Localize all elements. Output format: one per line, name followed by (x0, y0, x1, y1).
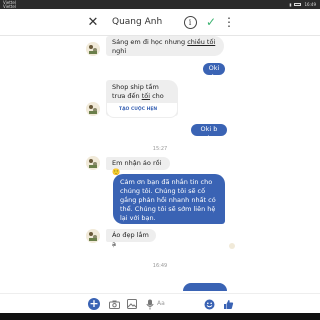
status-bar: Viettel Viettel ▮ 16:49 (0, 0, 320, 9)
contact-avatar[interactable] (86, 156, 100, 170)
timestamp: 16:49 (152, 263, 168, 269)
info-icon: i (183, 15, 197, 29)
message-link[interactable]: chiều tối (187, 38, 215, 46)
menu-icon[interactable]: ⋮ (223, 13, 235, 31)
contact-avatar[interactable] (86, 229, 100, 243)
message-incoming[interactable]: Em nhận áo rồi 🙂 (106, 157, 170, 176)
message-incoming[interactable]: Sáng em đi học nhưng chiều tối nghỉ (106, 36, 224, 56)
carrier-info: Viettel Viettel (3, 1, 16, 8)
carrier-name-2: Viettel (3, 3, 16, 9)
message-text: Cảm ơn bạn đã nhắn tin cho chúng tôi. Ch… (120, 178, 216, 222)
timestamp: 15:27 (152, 146, 168, 152)
message-link[interactable]: tối (142, 92, 150, 100)
signal-icon: ▮ (289, 2, 292, 7)
message-text: Áo đẹp lắm ạ (112, 231, 149, 248)
message-text: Oki b oiw (200, 125, 218, 142)
clock: 16:49 (304, 2, 316, 7)
create-appointment-button[interactable]: TẠO CUỘC HẸN (106, 102, 178, 118)
image-icon[interactable] (125, 297, 139, 311)
message-list[interactable]: Sáng em đi học nhưng chiều tối nghỉ Oki … (0, 36, 320, 292)
system-nav-bar (0, 313, 320, 320)
message-outgoing[interactable]: Oki b (203, 63, 225, 81)
camera-icon[interactable] (107, 297, 121, 311)
message-incoming[interactable]: Áo đẹp lắm ạ (106, 229, 156, 248)
plus-icon: + (88, 297, 100, 310)
close-icon[interactable]: ✕ (86, 13, 100, 31)
contact-name[interactable]: Quang Anh (112, 15, 162, 29)
message-input[interactable]: Aa (157, 297, 202, 311)
message-outgoing-autoreply[interactable]: Cảm ơn bạn đã nhắn tin cho chúng tôi. Ch… (113, 174, 225, 224)
info-button[interactable]: i (183, 13, 197, 31)
mic-icon[interactable] (143, 297, 157, 311)
battery-icon (294, 2, 302, 7)
status-right: ▮ 16:49 (289, 2, 316, 7)
like-icon[interactable] (221, 297, 235, 311)
composer-bar: + Aa (0, 293, 320, 314)
messenger-screen: Viettel Viettel ▮ 16:49 ✕ Quang Anh i ✓ … (0, 0, 320, 320)
message-text: Oki b (208, 64, 220, 81)
check-icon[interactable]: ✓ (204, 13, 218, 31)
plus-button[interactable]: + (87, 297, 101, 311)
contact-avatar[interactable] (86, 42, 100, 56)
message-outgoing[interactable]: Oki b oiw (191, 124, 227, 142)
message-text: Sáng em đi học nhưng (112, 38, 188, 46)
seen-avatar (229, 243, 235, 249)
message-outgoing-partial[interactable] (183, 283, 227, 291)
chat-header: ✕ Quang Anh i ✓ ⋮ (0, 9, 320, 36)
contact-avatar[interactable] (86, 102, 100, 116)
message-text: nghỉ (112, 47, 127, 55)
emoji-icon[interactable] (202, 297, 216, 311)
